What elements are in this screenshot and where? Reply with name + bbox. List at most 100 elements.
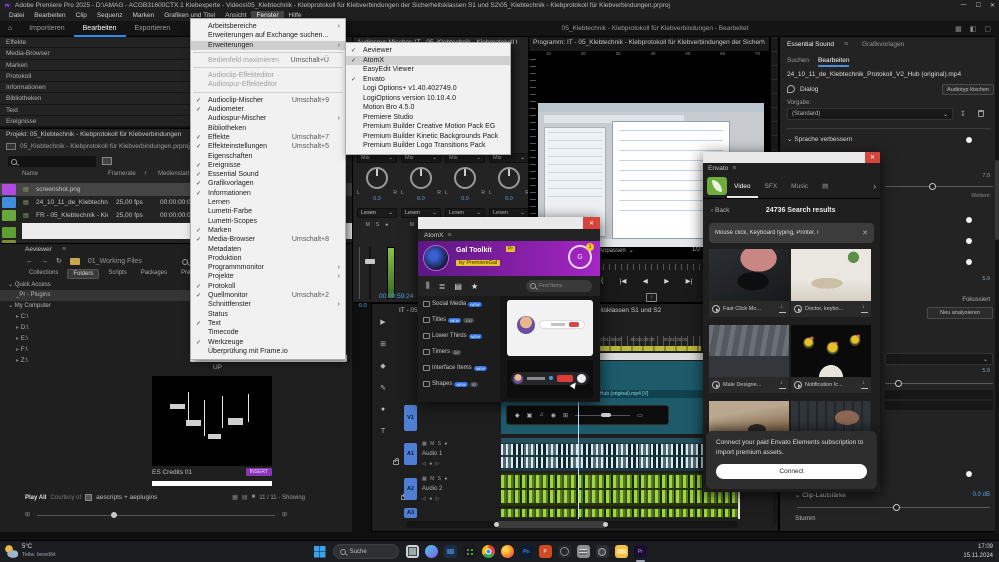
file-icon[interactable]: ▤ [454, 282, 462, 291]
taskbar-app-icon[interactable] [406, 545, 419, 558]
aeviewer-panel-tab[interactable]: Aeviewer [25, 246, 52, 253]
workspace-tab[interactable]: Bearbeiten [74, 21, 126, 37]
menu-bar-item[interactable]: Datei [4, 11, 29, 21]
keyframe-icon[interactable]: ◆ [515, 412, 520, 419]
taskbar-app-icon[interactable] [577, 545, 590, 558]
target-icon[interactable]: ◉ [551, 412, 556, 419]
taskbar-app-icon[interactable] [482, 545, 495, 558]
menu-item[interactable]: Ereignisse [191, 161, 345, 170]
play-icon[interactable] [794, 381, 802, 389]
envato-tab[interactable]: Video [727, 174, 758, 198]
submenu-item[interactable]: Premiere Studio [346, 113, 510, 123]
large-view-icon[interactable]: ■ [252, 494, 256, 501]
close-icon[interactable]: ✕ [583, 217, 600, 229]
slider-handle[interactable] [111, 512, 117, 518]
menu-item[interactable]: Informationen [191, 189, 345, 198]
panel-scrollbar[interactable] [995, 36, 999, 532]
workspace-tab[interactable]: Importieren [20, 21, 73, 37]
submenu-item[interactable]: Premium Builder Kinetic Backgrounds Pack [346, 132, 510, 142]
menu-item[interactable]: Audiospur-Effekteditor [191, 80, 345, 89]
menu-item[interactable]: Bibliotheken [191, 124, 345, 133]
playback-resolution-dropdown[interactable]: 1/2 [692, 247, 700, 253]
home-icon[interactable]: ⌂ [0, 25, 20, 32]
track-a1-name[interactable]: Audio 1 [422, 451, 442, 457]
envato-tab[interactable]: Music [784, 174, 815, 198]
submenu-item[interactable]: Motion Bro 4.5.0 [346, 103, 510, 113]
delete-preset-icon[interactable] [978, 110, 984, 117]
asset-card[interactable]: Fast Click Mo... [709, 249, 789, 321]
envato-window-titlebar[interactable]: ✕ [703, 152, 880, 163]
grid-view-icon[interactable]: ▦ [232, 494, 238, 501]
mix-assignment-dropdown[interactable]: Mix⌄ [401, 153, 441, 163]
menu-item[interactable]: Protokoll [191, 282, 345, 291]
menu-item[interactable]: Audiometer [191, 105, 345, 114]
transport-button[interactable]: ▶| [686, 277, 693, 285]
track-v1-source-chip[interactable]: V1 [404, 405, 417, 431]
menu-item[interactable]: Timecode [191, 328, 345, 337]
label-color-chip[interactable] [2, 184, 16, 195]
taskbar-app-icon[interactable] [425, 545, 438, 558]
scrollbar-thumb[interactable] [496, 521, 606, 528]
aeviewer-tab[interactable]: Collections [24, 269, 63, 279]
menu-bar-item[interactable]: Clip [71, 11, 92, 21]
mixer-timecode[interactable]: 00:00:59:24 [379, 293, 413, 300]
preset-dropdown[interactable]: (Standard)⌄ [787, 108, 953, 120]
column-mediastart[interactable]: Medienstart [158, 171, 189, 177]
connect-button[interactable]: Connect [716, 464, 867, 479]
menu-item[interactable]: Bedienfeld maximieren Umschalt+Ü [191, 56, 345, 65]
timeline-horizontal-scrollbar[interactable] [406, 521, 738, 528]
back-arrow-icon[interactable]: ← [26, 258, 33, 265]
submenu-item[interactable]: LogiOptions version 10.10.4.0 [346, 94, 510, 104]
menu-item[interactable]: Grafikvorlagen [191, 179, 345, 188]
tool-button[interactable]: T [375, 428, 391, 450]
menu-item[interactable]: Eigenschaften [191, 152, 345, 161]
bearbeiten-subtab[interactable]: Bearbeiten [818, 57, 849, 65]
taskbar-app-icon[interactable]: Ps [520, 545, 533, 558]
taskbar-app-icon[interactable] [596, 545, 609, 558]
slider-handle[interactable] [929, 183, 936, 190]
fader-level-value[interactable]: 0.0 [359, 303, 367, 309]
track-a3-source-chip[interactable]: A3 [404, 508, 417, 518]
start-button[interactable] [314, 546, 326, 558]
search-icon[interactable] [182, 259, 188, 265]
menu-bar-item[interactable]: Sequenz [92, 11, 128, 21]
menu-item[interactable]: Status [191, 310, 345, 319]
menu-item[interactable]: Effekteinstellungen Umschalt+5 [191, 142, 345, 151]
insert-button[interactable]: INSERT [246, 468, 272, 476]
menu-item[interactable]: Werkzeuge [191, 338, 345, 347]
panel-menu-icon[interactable]: ≡ [448, 232, 452, 239]
menu-item[interactable]: Audioclip-Effekteditor [191, 71, 345, 80]
download-icon[interactable] [779, 305, 786, 313]
workspace-tab[interactable]: Exportieren [126, 21, 180, 37]
download-icon[interactable] [779, 381, 786, 389]
weather-widget[interactable]: 5°C Teilw. bewölkt [0, 544, 56, 559]
pan-knob[interactable] [454, 167, 476, 189]
atomx-window-titlebar[interactable]: ✕ [418, 217, 600, 229]
thumbnail-size-slider[interactable]: ⊞ ⊞ [25, 511, 287, 519]
folder-icon[interactable] [70, 258, 80, 265]
scrollbar-handle-right[interactable] [603, 522, 608, 527]
transport-button[interactable]: |◀ [620, 277, 627, 285]
tree-drive[interactable]: F:\ [0, 345, 130, 356]
save-preset-icon[interactable]: ↧ [960, 110, 966, 118]
tool-button[interactable]: ● [375, 406, 391, 428]
submenu-item[interactable]: AtomX [346, 56, 510, 66]
sort-ascending-icon[interactable]: ↑ [144, 171, 158, 177]
zoom-slider-handle[interactable] [601, 413, 611, 417]
taskbar-app-icon[interactable] [444, 545, 457, 558]
essential-sound-tab[interactable]: Essential Sound [787, 41, 834, 48]
workspaces-icon[interactable]: ▦ [955, 25, 962, 33]
chevron-right-icon[interactable]: › [873, 182, 876, 191]
amount-value[interactable]: 5.0 [950, 368, 990, 374]
menu-item[interactable]: Programmmonitor [191, 263, 345, 272]
quick-export-icon[interactable]: ◧ [970, 25, 977, 33]
tree-selected-row[interactable]: _Pr - Plugins [0, 290, 190, 301]
tree-my-computer[interactable]: ⌄ My Computer [8, 302, 51, 309]
play-all-button[interactable]: Play All [25, 495, 46, 501]
aescripts-brand[interactable]: aescripts + aeplugins [96, 494, 157, 501]
mute-button[interactable]: M [410, 222, 414, 228]
taskbar-clock[interactable]: 17:09 15.11.2024 [963, 543, 999, 560]
submenu-item[interactable]: Premium Builder Creative Motion Pack EG [346, 122, 510, 132]
pan-value[interactable]: 0.0 [357, 196, 397, 202]
label-color-chip[interactable] [2, 227, 16, 238]
